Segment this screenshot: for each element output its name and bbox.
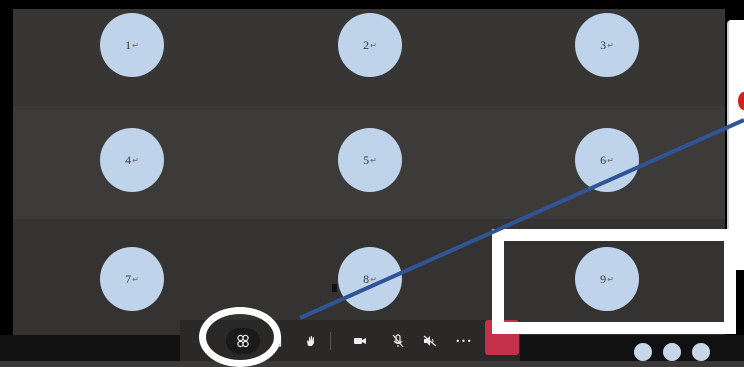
- participant-number: 3: [600, 37, 607, 52]
- page-dot[interactable]: [692, 343, 710, 361]
- participant-tile[interactable]: 4 ↵: [13, 106, 251, 219]
- participant-avatar: 4 ↵: [100, 128, 164, 192]
- avatar-mark: ↵: [132, 155, 139, 165]
- microphone-muted-icon: [392, 334, 404, 348]
- more-options-button[interactable]: •••: [450, 327, 478, 355]
- layout-button-highlight-circle: [199, 307, 281, 367]
- page-dots: [634, 343, 710, 361]
- more-options-icon: •••: [455, 336, 473, 346]
- avatar-mark: ↵: [607, 40, 614, 50]
- speaker-button[interactable]: [416, 327, 444, 355]
- participant-avatar: 8 ↵: [338, 247, 402, 311]
- page-dot[interactable]: [634, 343, 652, 361]
- avatar-mark: ↵: [607, 155, 614, 165]
- avatar-mark: ↵: [370, 155, 377, 165]
- avatar-mark: ↵: [370, 40, 377, 50]
- raise-hand-button[interactable]: [296, 327, 324, 355]
- participant-avatar: 6 ↵: [575, 128, 639, 192]
- participant-number: 2: [363, 37, 370, 52]
- participant-number: 8: [363, 271, 370, 286]
- speaker-muted-icon: [423, 335, 437, 347]
- participant-number: 1: [125, 37, 132, 52]
- avatar-mark: ↵: [132, 274, 139, 284]
- participant-number: 4: [125, 152, 132, 167]
- participant-tile[interactable]: 1 ↵: [13, 9, 251, 106]
- participant-number: 7: [125, 271, 132, 286]
- participant-avatar: 7 ↵: [100, 247, 164, 311]
- participant-number: 5: [363, 152, 370, 167]
- participant-indicator: [332, 284, 337, 292]
- participant-avatar: 2 ↵: [338, 13, 402, 77]
- participant-avatar: 1 ↵: [100, 13, 164, 77]
- page-dot[interactable]: [663, 343, 681, 361]
- participant-number: 6: [600, 152, 607, 167]
- toolbar-divider: [330, 332, 331, 350]
- participant-tile[interactable]: 6 ↵: [489, 106, 725, 219]
- participant-tile[interactable]: 5 ↵: [251, 106, 489, 219]
- participant-avatar: 5 ↵: [338, 128, 402, 192]
- participant-tile[interactable]: 2 ↵: [251, 9, 489, 106]
- raise-hand-icon: [306, 336, 314, 346]
- notification-dot: [738, 92, 744, 110]
- avatar-mark: ↵: [370, 274, 377, 284]
- microphone-button[interactable]: [384, 327, 412, 355]
- video-camera-icon: [354, 338, 366, 344]
- avatar-mark: ↵: [132, 40, 139, 50]
- camera-button[interactable]: [346, 327, 374, 355]
- participant-tile[interactable]: 3 ↵: [489, 9, 725, 106]
- participant-tile[interactable]: 8 ↵: [251, 219, 489, 335]
- tile-highlight-box: [492, 229, 736, 334]
- participant-avatar: 3 ↵: [575, 13, 639, 77]
